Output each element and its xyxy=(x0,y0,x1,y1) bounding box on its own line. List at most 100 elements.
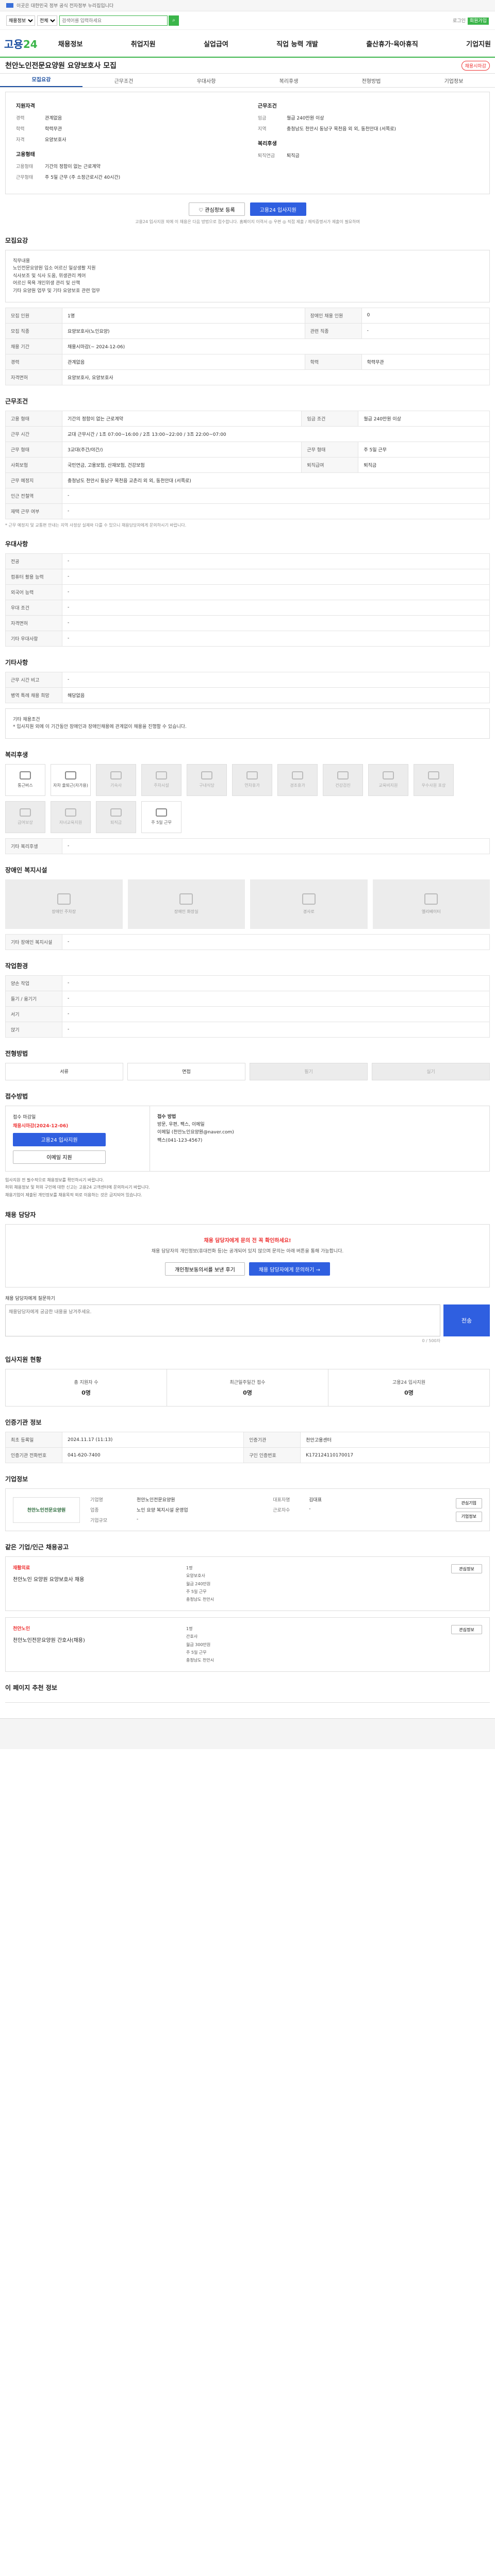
gnb-item[interactable]: 직업 능력 개발 xyxy=(276,39,318,48)
stat-value: 0명 xyxy=(404,1389,414,1397)
row-value2: 주 5일 근무 xyxy=(358,441,490,457)
summary-value: 월급 240만원 이상 xyxy=(287,116,324,121)
inquiry-send-button[interactable]: 전송 xyxy=(443,1304,490,1337)
row-value2: K172124110170017 xyxy=(300,1447,490,1464)
summary-left: 지원자격 경력 관계없음 학력 학력무관 자격 요양보호사 고용형태 고용형태 기간의 정함… xyxy=(16,101,237,184)
fav-company-button[interactable]: 관심기업 xyxy=(455,1498,482,1509)
gnb-item[interactable]: 취업지원 xyxy=(131,39,156,48)
stat-value: 0명 xyxy=(81,1389,91,1397)
stat-item: 최근일주일간 접수 0명 xyxy=(167,1369,328,1406)
job-fav-button[interactable]: 관심정보 xyxy=(451,1625,482,1635)
welfare-label: 퇴직금 xyxy=(110,820,122,825)
gnb-item[interactable]: 채용정보 xyxy=(58,39,83,48)
gnb-item[interactable]: 출산휴가·육아휴직 xyxy=(366,39,418,48)
method-step: 실기 xyxy=(372,1062,490,1080)
facility-icon xyxy=(179,893,193,905)
favorite-button[interactable]: ♡ 관심정보 등록 xyxy=(189,202,245,216)
job-fav-button[interactable]: 관심정보 xyxy=(451,1564,482,1574)
login-link[interactable]: 로그인 xyxy=(453,19,466,24)
desc-line: 식사보조 및 식사 도움, 위생관리 케어 xyxy=(13,273,86,279)
row-value: - xyxy=(62,553,490,569)
qna-section: 채용 담당자 채용 담당자에게 문의 전 꼭 확인하세요! 채용 담당자의 개인… xyxy=(0,1210,495,1344)
job-title[interactable]: 천안노인전문요양원 간호사(채용) xyxy=(13,1636,178,1643)
apply-email-button[interactable]: 이메일 지원 xyxy=(13,1150,106,1164)
tab-3[interactable]: 복리후생 xyxy=(248,77,330,84)
tab-1[interactable]: 근무조건 xyxy=(82,77,165,84)
related-heading: 같은 기업/인근 채용공고 xyxy=(5,1544,69,1551)
company-info: 기업명 천안노인전문요양원 대표자명 김대표 업종 노인 요양 복지시설 운영업 근로자수 -… xyxy=(90,1496,446,1523)
signup-button[interactable]: 회원가입 xyxy=(467,18,489,25)
row-value2: 월급 240만원 이상 xyxy=(358,410,490,427)
company-key: 기업규모 xyxy=(90,1518,108,1524)
search-input[interactable] xyxy=(59,15,168,26)
summary-key: 임금 xyxy=(258,116,267,121)
row-value: 관계없음 xyxy=(62,353,305,370)
company-info-button[interactable]: 기업정보 xyxy=(455,1511,482,1522)
row-value2: - xyxy=(361,323,490,339)
table-row: 경력 관계없음 학력 학력무관 xyxy=(5,353,490,370)
tab-2[interactable]: 우대사항 xyxy=(165,77,248,84)
tab-4[interactable]: 전형방법 xyxy=(330,77,412,84)
method-step: 필기 xyxy=(250,1062,368,1080)
summary-value: 퇴직금 xyxy=(287,154,300,159)
welfare-icon xyxy=(156,771,167,780)
related-job[interactable]: 재활의료 천안노인 요양원 요양보호사 채용 1명 요양보호사 월급 240만원 주 5일… xyxy=(5,1556,490,1612)
search-scope-select[interactable]: 전체 xyxy=(37,15,57,26)
stat-item: 고용24 입사지원 0명 xyxy=(328,1369,489,1406)
welfare-icon xyxy=(246,771,258,780)
table-row: 자격면허 요양보호사, 요양보호사 xyxy=(5,369,490,385)
ask-manager-button[interactable]: 채용 담당자에게 문의하기 → xyxy=(249,1262,330,1276)
search-button[interactable]: ⌕ xyxy=(169,15,179,26)
job-meta-item: 주 5일 근무 xyxy=(186,1650,207,1655)
welfare-card: 연차휴가 xyxy=(232,764,272,796)
row-label: 근무 시간 비고 xyxy=(5,671,62,688)
row-value: 041-620-7400 xyxy=(61,1447,244,1464)
row-label: 자격면허 xyxy=(5,369,62,385)
welfare-icon xyxy=(20,808,31,817)
row-value2: 0 xyxy=(361,307,490,324)
job-title[interactable]: 천안노인 요양원 요양보호사 채용 xyxy=(13,1575,178,1583)
row-label: 최초 등록일 xyxy=(5,1432,62,1448)
work-heading: 근무조건 xyxy=(5,397,28,405)
company-value: 노인 요양 복지시설 운영업 xyxy=(137,1508,188,1514)
summary-row: 퇴직연금 퇴직금 xyxy=(258,152,479,159)
row-label: 고용 형태 xyxy=(5,410,62,427)
related-job[interactable]: 천안노인 천안노인전문요양원 간호사(채용) 1명 간호사 월급 300만원 주 5일 근… xyxy=(5,1617,490,1672)
summary-key: 지역 xyxy=(258,127,267,132)
apply-button[interactable]: 고용24 입사지원 xyxy=(250,202,306,216)
company-key: 근로자수 xyxy=(273,1508,290,1514)
summary-row: 지역 충청남도 천안시 동남구 목천읍 외 외, 동천안대 (서쪽로) xyxy=(258,125,479,132)
search-category-select[interactable]: 채용정보 xyxy=(6,15,35,26)
welfare-label: 통근버스 xyxy=(18,783,33,788)
inquiry-textarea[interactable] xyxy=(5,1304,440,1337)
search-icon: ⌕ xyxy=(172,18,175,23)
related-jobs: 재활의료 천안노인 요양원 요양보호사 채용 1명 요양보호사 월급 240만원 주 5일… xyxy=(5,1556,490,1672)
row-label: 자격면허 xyxy=(5,615,62,631)
summary-key: 경력 xyxy=(16,116,25,121)
summary-right-title: 근무조건 xyxy=(258,104,277,109)
apply-right: 접수 방법 방문, 우편, 팩스, 이메일 이메일 (천안노인요양원@naver.… xyxy=(150,1106,489,1171)
other-section: 기타사항 근무 시간 비고 - 병역 특례 채용 희망 해당없음 기타 채용조건 * 입… xyxy=(0,658,495,739)
welfare-icon xyxy=(65,771,76,780)
welfare-card: 기숙사 xyxy=(96,764,136,796)
tab-0[interactable]: 모집요강 xyxy=(0,74,82,87)
deadline-label: 접수 마감일 xyxy=(13,1114,36,1120)
gnb-item[interactable]: 기업지원 xyxy=(466,39,491,48)
row-label: 앉기 xyxy=(5,1021,62,1038)
recruit-heading: 모집요강 xyxy=(5,237,28,244)
privacy-consent-button[interactable]: 개인정보동의서를 보낸 후기 xyxy=(165,1262,245,1276)
summary-key: 학력 xyxy=(16,127,25,132)
site-logo[interactable]: 고용24 xyxy=(4,36,38,51)
row-label: 기타 우대사항 xyxy=(5,630,62,647)
apply-section: 접수방법 접수 마감일 채용시마감(2024-12-06) 고용24 입사지원 … xyxy=(0,1092,495,1199)
company-key: 대표자명 xyxy=(273,1498,290,1503)
summary-value: 기간의 정함이 없는 근로계약 xyxy=(45,164,101,170)
tab-5[interactable]: 기업정보 xyxy=(412,77,495,84)
apply-online-button[interactable]: 고용24 입사지원 xyxy=(13,1132,106,1146)
table-row: 전공 - xyxy=(5,553,490,569)
disabled-label: 엘리베이터 xyxy=(421,909,441,914)
row-label: 병역 특례 채용 희망 xyxy=(5,687,62,703)
row-value: 2024.11.17 (11:13) xyxy=(61,1432,244,1448)
row-value: 채용시마감(~ 2024-12-06) xyxy=(62,338,490,354)
gnb-item[interactable]: 실업급여 xyxy=(204,39,228,48)
